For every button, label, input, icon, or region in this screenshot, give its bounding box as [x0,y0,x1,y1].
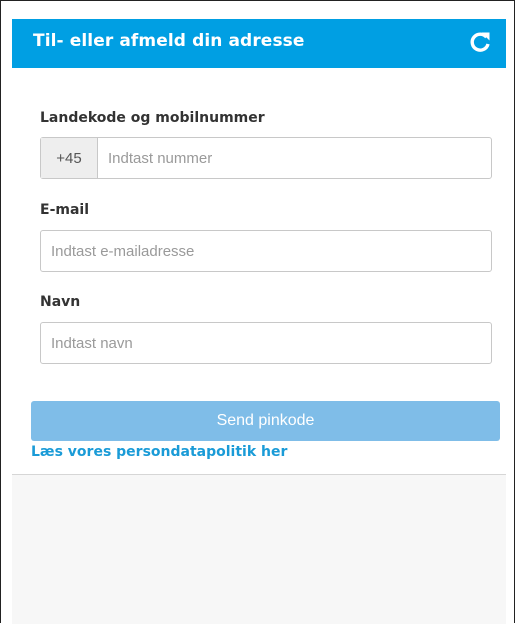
email-label: E-mail [40,202,90,218]
name-input[interactable] [40,322,492,364]
country-code-addon: +45 [41,138,98,178]
page-title: Til- eller afmeld din adresse [33,31,305,51]
header-bar: Til- eller afmeld din adresse [12,19,506,68]
name-label: Navn [40,294,81,310]
refresh-icon[interactable] [467,29,493,55]
phone-number-input[interactable] [98,138,491,178]
phone-label: Landekode og mobilnummer [40,110,265,126]
privacy-policy-link[interactable]: Læs vores persondatapolitik her [31,444,287,460]
phone-input-group: +45 [40,137,492,179]
window-frame: Til- eller afmeld din adresse Landekode … [0,0,515,624]
send-pincode-button[interactable]: Send pinkode [31,401,500,441]
email-input[interactable] [40,230,492,272]
empty-footer-area [12,475,506,624]
form-container: Landekode og mobilnummer +45 E-mail Navn… [12,68,506,475]
